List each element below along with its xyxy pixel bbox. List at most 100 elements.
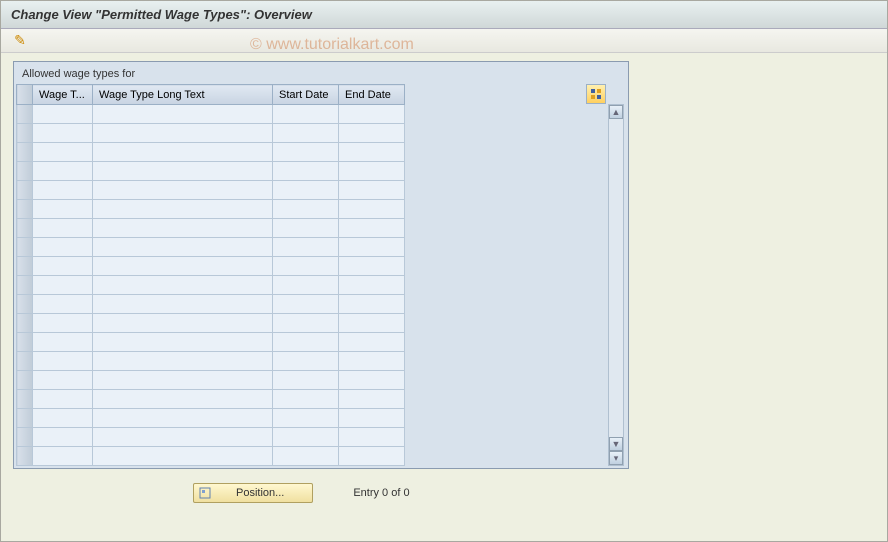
cell-long-text[interactable] <box>93 428 273 447</box>
table-row[interactable] <box>17 143 405 162</box>
cell-long-text[interactable] <box>93 295 273 314</box>
cell-start-date[interactable] <box>273 257 339 276</box>
column-header-end-date[interactable]: End Date <box>339 85 405 105</box>
table-row[interactable] <box>17 257 405 276</box>
cell-long-text[interactable] <box>93 390 273 409</box>
cell-start-date[interactable] <box>273 409 339 428</box>
scroll-down-button[interactable]: ▼ <box>609 437 623 451</box>
cell-start-date[interactable] <box>273 390 339 409</box>
cell-end-date[interactable] <box>339 409 405 428</box>
cell-wage-type[interactable] <box>33 295 93 314</box>
row-selector[interactable] <box>17 238 33 257</box>
cell-long-text[interactable] <box>93 219 273 238</box>
scroll-up-button[interactable]: ▲ <box>609 105 623 119</box>
table-row[interactable] <box>17 390 405 409</box>
cell-end-date[interactable] <box>339 428 405 447</box>
table-row[interactable] <box>17 409 405 428</box>
cell-start-date[interactable] <box>273 371 339 390</box>
cell-long-text[interactable] <box>93 276 273 295</box>
cell-end-date[interactable] <box>339 143 405 162</box>
row-selector[interactable] <box>17 124 33 143</box>
edit-button[interactable] <box>11 32 29 50</box>
cell-start-date[interactable] <box>273 200 339 219</box>
cell-wage-type[interactable] <box>33 257 93 276</box>
table-row[interactable] <box>17 162 405 181</box>
table-row[interactable] <box>17 105 405 124</box>
row-selector[interactable] <box>17 200 33 219</box>
table-row[interactable] <box>17 371 405 390</box>
select-all-header[interactable] <box>17 85 33 105</box>
cell-long-text[interactable] <box>93 162 273 181</box>
cell-long-text[interactable] <box>93 200 273 219</box>
cell-start-date[interactable] <box>273 238 339 257</box>
cell-wage-type[interactable] <box>33 219 93 238</box>
row-selector[interactable] <box>17 352 33 371</box>
cell-start-date[interactable] <box>273 276 339 295</box>
cell-end-date[interactable] <box>339 447 405 466</box>
column-header-long-text[interactable]: Wage Type Long Text <box>93 85 273 105</box>
cell-wage-type[interactable] <box>33 447 93 466</box>
cell-end-date[interactable] <box>339 219 405 238</box>
cell-start-date[interactable] <box>273 105 339 124</box>
cell-end-date[interactable] <box>339 162 405 181</box>
row-selector[interactable] <box>17 257 33 276</box>
cell-wage-type[interactable] <box>33 124 93 143</box>
table-settings-button[interactable] <box>586 84 606 104</box>
cell-start-date[interactable] <box>273 333 339 352</box>
table-row[interactable] <box>17 352 405 371</box>
cell-start-date[interactable] <box>273 447 339 466</box>
vertical-scrollbar[interactable]: ▲ ▼ ▾ <box>608 104 624 466</box>
row-selector[interactable] <box>17 314 33 333</box>
column-header-start-date[interactable]: Start Date <box>273 85 339 105</box>
cell-long-text[interactable] <box>93 447 273 466</box>
cell-start-date[interactable] <box>273 162 339 181</box>
cell-wage-type[interactable] <box>33 181 93 200</box>
table-row[interactable] <box>17 238 405 257</box>
cell-start-date[interactable] <box>273 428 339 447</box>
cell-start-date[interactable] <box>273 352 339 371</box>
row-selector[interactable] <box>17 105 33 124</box>
cell-end-date[interactable] <box>339 200 405 219</box>
row-selector[interactable] <box>17 276 33 295</box>
cell-end-date[interactable] <box>339 124 405 143</box>
cell-end-date[interactable] <box>339 333 405 352</box>
cell-wage-type[interactable] <box>33 371 93 390</box>
cell-end-date[interactable] <box>339 238 405 257</box>
row-selector[interactable] <box>17 409 33 428</box>
row-selector[interactable] <box>17 428 33 447</box>
cell-start-date[interactable] <box>273 143 339 162</box>
scroll-end-button[interactable]: ▾ <box>609 451 623 465</box>
table-row[interactable] <box>17 124 405 143</box>
cell-long-text[interactable] <box>93 352 273 371</box>
row-selector[interactable] <box>17 162 33 181</box>
cell-long-text[interactable] <box>93 314 273 333</box>
cell-wage-type[interactable] <box>33 333 93 352</box>
cell-wage-type[interactable] <box>33 428 93 447</box>
cell-long-text[interactable] <box>93 124 273 143</box>
cell-wage-type[interactable] <box>33 143 93 162</box>
cell-long-text[interactable] <box>93 238 273 257</box>
table-row[interactable] <box>17 200 405 219</box>
cell-wage-type[interactable] <box>33 238 93 257</box>
row-selector[interactable] <box>17 390 33 409</box>
cell-end-date[interactable] <box>339 105 405 124</box>
cell-wage-type[interactable] <box>33 276 93 295</box>
cell-wage-type[interactable] <box>33 162 93 181</box>
cell-end-date[interactable] <box>339 314 405 333</box>
row-selector[interactable] <box>17 447 33 466</box>
row-selector[interactable] <box>17 371 33 390</box>
row-selector[interactable] <box>17 333 33 352</box>
row-selector[interactable] <box>17 181 33 200</box>
table-row[interactable] <box>17 276 405 295</box>
cell-long-text[interactable] <box>93 371 273 390</box>
cell-wage-type[interactable] <box>33 352 93 371</box>
cell-wage-type[interactable] <box>33 390 93 409</box>
cell-end-date[interactable] <box>339 181 405 200</box>
table-row[interactable] <box>17 428 405 447</box>
cell-start-date[interactable] <box>273 314 339 333</box>
table-row[interactable] <box>17 314 405 333</box>
cell-wage-type[interactable] <box>33 200 93 219</box>
table-row[interactable] <box>17 447 405 466</box>
table-row[interactable] <box>17 219 405 238</box>
cell-wage-type[interactable] <box>33 409 93 428</box>
